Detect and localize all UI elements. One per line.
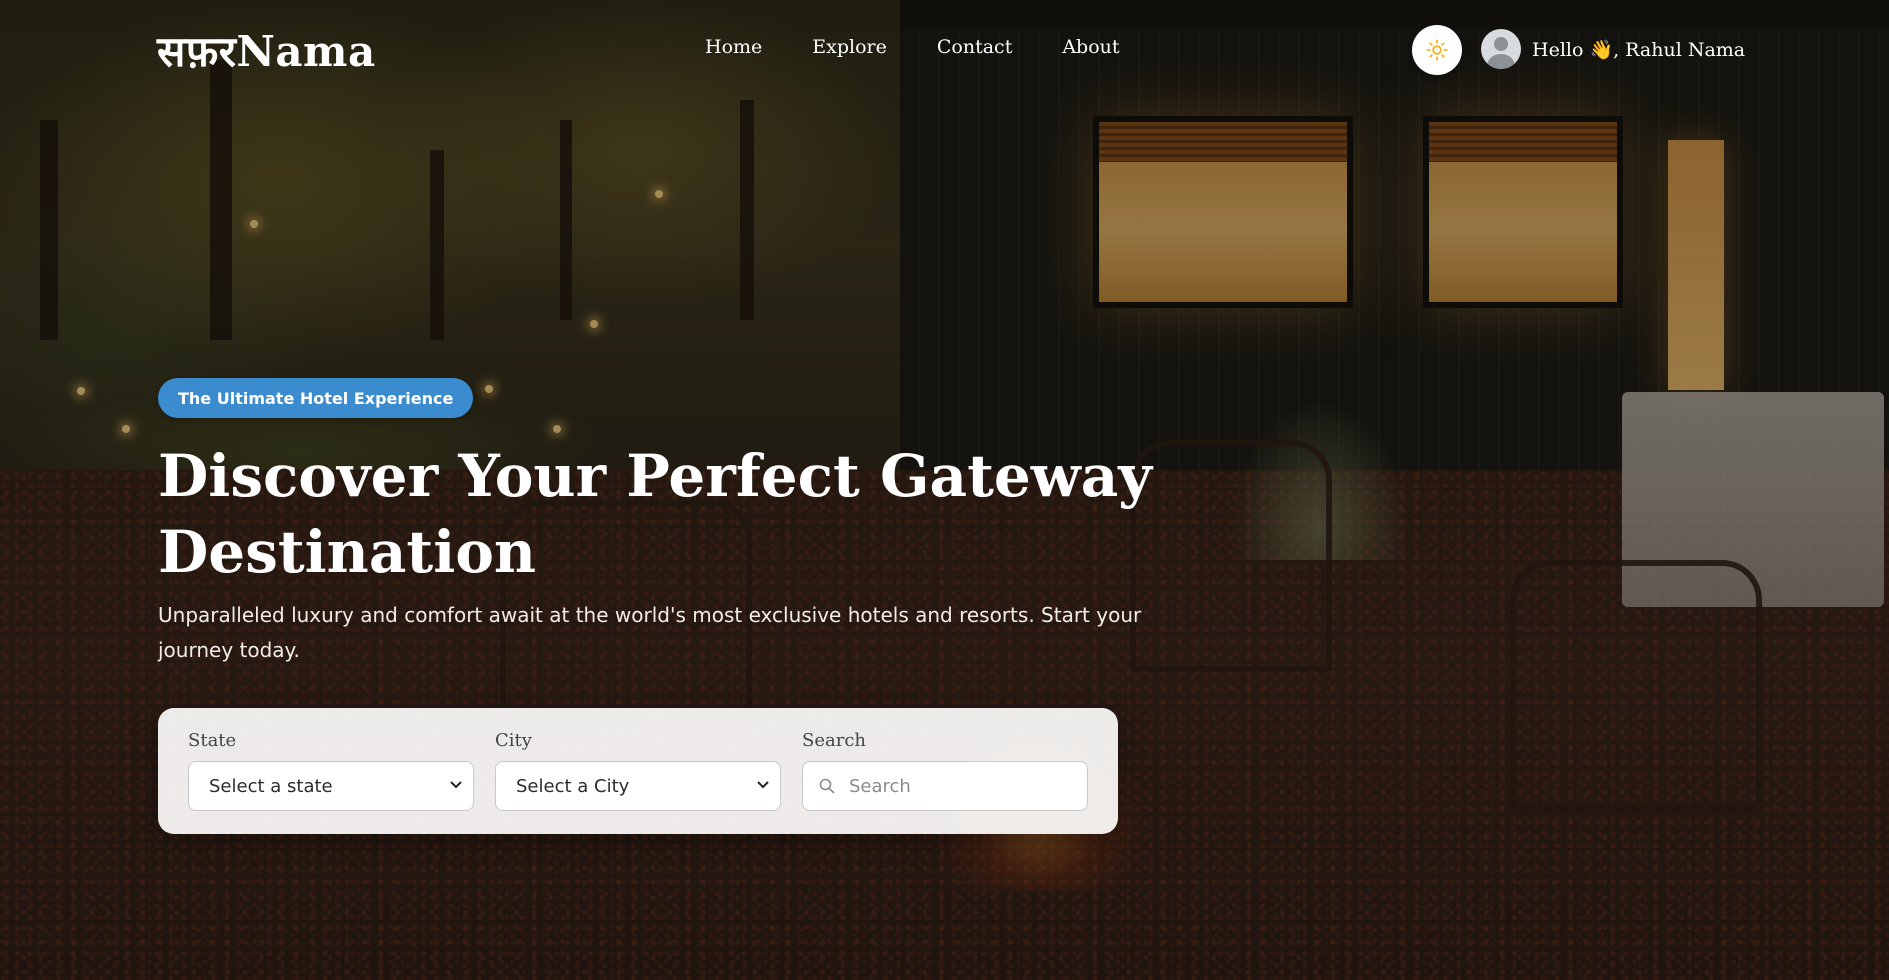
chevron-down-icon: [757, 781, 769, 789]
nav-item-about[interactable]: About: [1062, 36, 1119, 58]
search-label: Search: [802, 730, 866, 751]
city-select[interactable]: Select a City: [495, 761, 781, 811]
state-label: State: [188, 730, 237, 751]
nav-item-contact[interactable]: Contact: [937, 36, 1012, 58]
nav-item-home[interactable]: Home: [705, 36, 762, 58]
hero-title-line1: Discover Your Perfect Gateway: [158, 442, 1152, 510]
nav-item-explore[interactable]: Explore: [812, 36, 887, 58]
theme-toggle-button[interactable]: [1412, 25, 1462, 75]
user-avatar[interactable]: [1481, 29, 1521, 69]
hero-title: Discover Your Perfect Gateway Destinatio…: [158, 438, 1158, 590]
hero-badge: The Ultimate Hotel Experience: [158, 378, 474, 418]
city-label: City: [495, 730, 532, 751]
hero-subtitle: Unparalleled luxury and comfort await at…: [158, 603, 1142, 662]
state-select-value: Select a state: [209, 775, 333, 797]
city-field: City Select a City: [495, 730, 781, 811]
search-field: Search Search: [802, 730, 1088, 811]
city-select-value: Select a City: [516, 775, 630, 797]
chevron-down-icon: [450, 781, 462, 789]
search-input[interactable]: Search: [802, 761, 1088, 811]
main-nav: Home Explore Contact About: [705, 36, 1120, 58]
state-select[interactable]: Select a state: [188, 761, 474, 811]
user-greeting: Hello 👋, Rahul Nama: [1532, 39, 1746, 61]
sun-icon: [1426, 39, 1448, 61]
state-field: State Select a state: [188, 730, 474, 811]
search-icon: [819, 778, 835, 794]
search-card: State Select a state City Select a City …: [158, 708, 1118, 834]
search-placeholder: Search: [849, 775, 911, 797]
hero-title-line2: Destination: [158, 518, 537, 586]
brand-logo[interactable]: सफ़रNama: [157, 22, 376, 79]
